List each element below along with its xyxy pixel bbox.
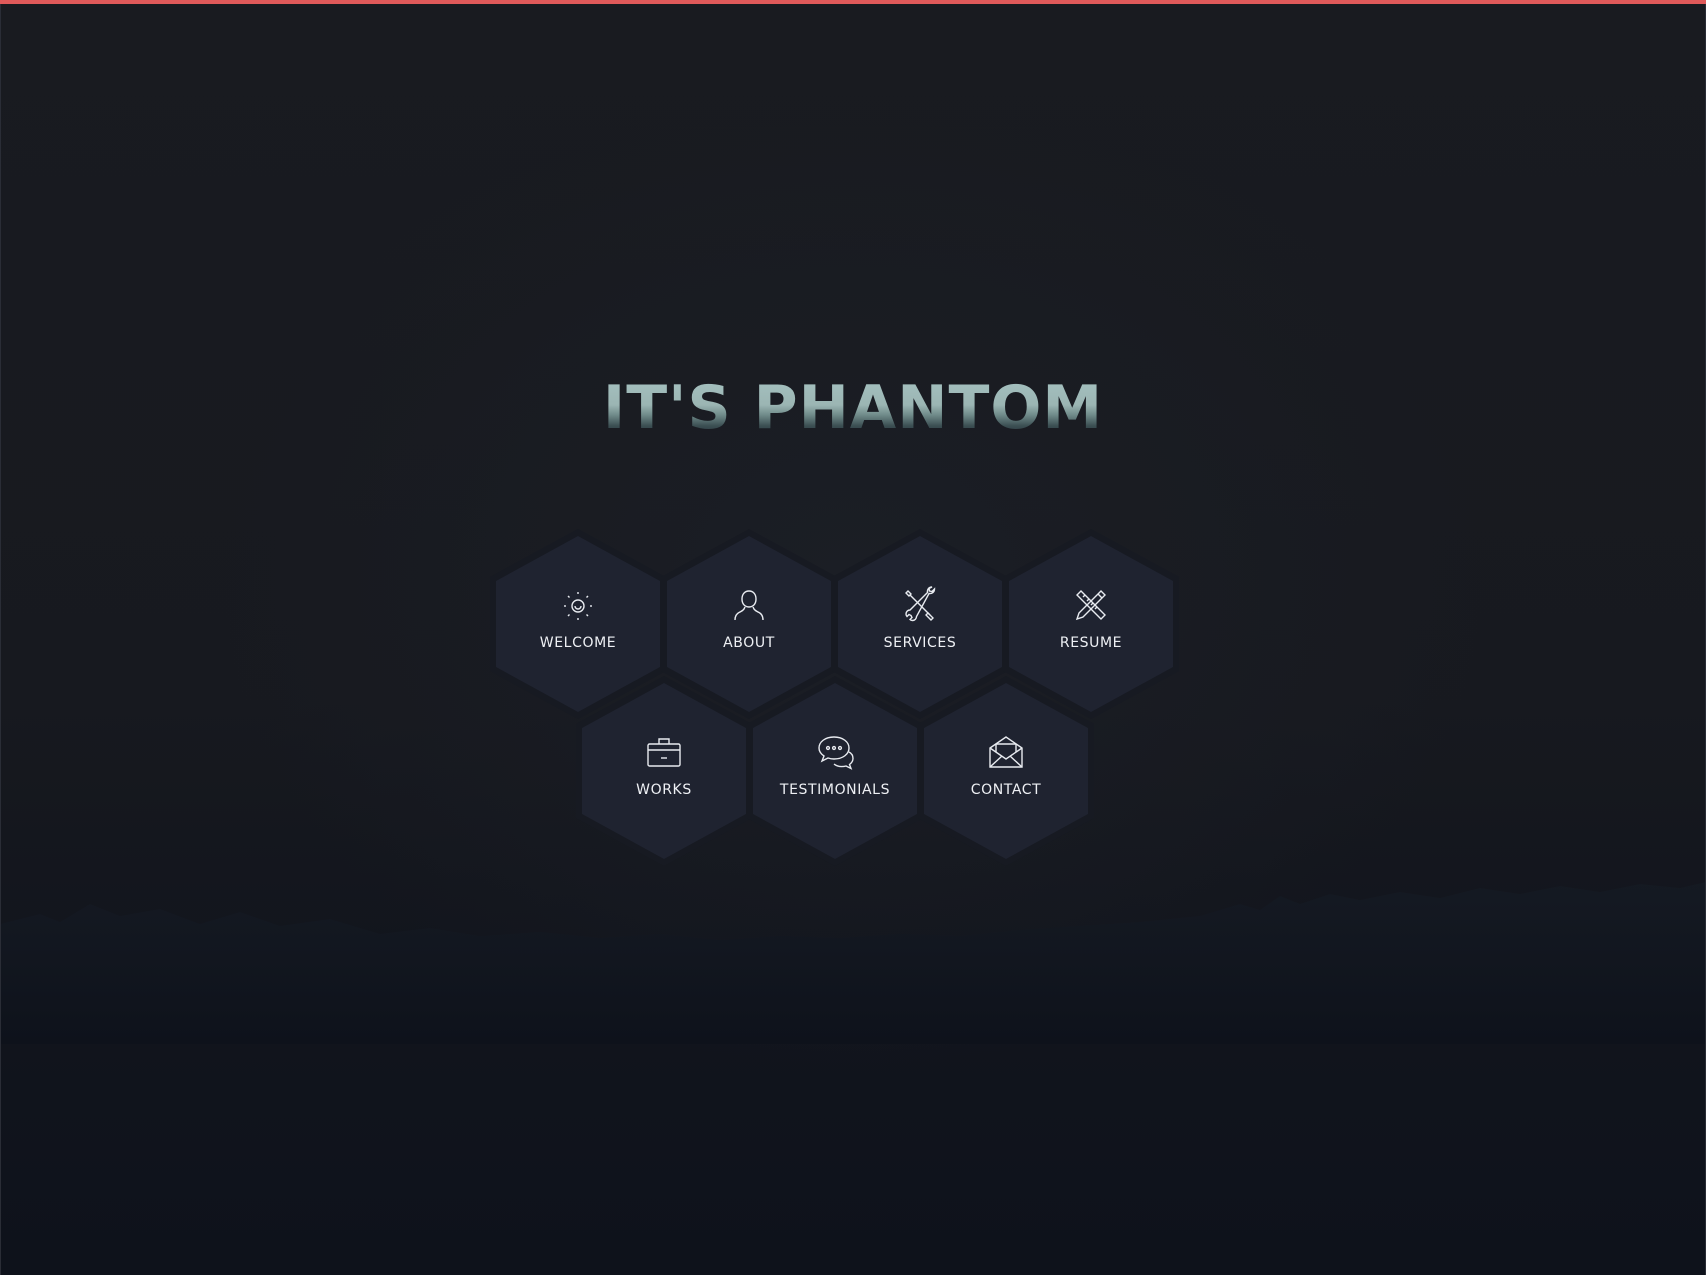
user-icon [734,590,764,621]
nav-item-testimonials[interactable]: TESTIMONIALS [745,674,925,868]
tools-icon [905,586,936,622]
nav-label-contact: CONTACT [970,782,1042,798]
nav-item-contact[interactable]: CONTACT [916,674,1096,868]
nav-label-resume: RESUME [1059,635,1123,651]
nav-label-welcome: WELCOME [539,635,617,651]
nav-label-testimonials: TESTIMONIALS [779,782,891,798]
forest-silhouette [0,882,1706,1044]
envelope-icon [989,736,1023,768]
chat-bubbles-icon [818,736,854,770]
nav-item-works[interactable]: WORKS [574,674,754,868]
briefcase-icon [647,738,681,767]
left-edge [0,4,1,1275]
nav-label-services: SERVICES [883,635,957,651]
site-title: IT'S PHANTOM [602,373,1104,443]
pencil-ruler-icon [1075,590,1106,621]
nav-label-about: ABOUT [723,635,775,651]
nav-label-works: WORKS [636,782,692,798]
title-container: IT'S PHANTOM [0,378,1706,438]
lightbulb-icon [564,592,592,620]
